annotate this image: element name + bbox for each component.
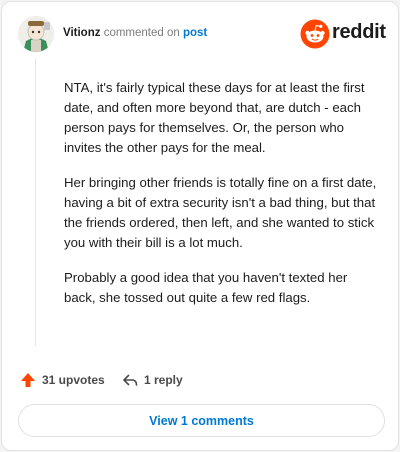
comment-paragraph-3: Probably a good idea that you haven't te… [64, 270, 348, 305]
author-name[interactable]: Vitionz [63, 27, 100, 39]
reddit-wordmark: reddit [332, 21, 386, 43]
avatar[interactable] [18, 16, 54, 52]
avatar-image [18, 16, 54, 52]
view-comments-button[interactable]: View 1 comments [18, 404, 385, 437]
reply-count: 1 reply [144, 373, 183, 387]
reddit-logo[interactable]: reddit [300, 19, 386, 49]
upvote-count: 31 upvotes [42, 373, 105, 387]
action-text: commented on [103, 27, 180, 39]
post-link[interactable]: post [183, 27, 207, 39]
reply-arrow-icon [123, 374, 138, 386]
comment-body: NTA, it's fairly typical these days for … [64, 78, 382, 323]
reply-button[interactable]: 1 reply [122, 370, 183, 390]
comment-actions: 31 upvotes 1 reply [18, 370, 378, 390]
comment-card: Vitionz commented on post reddit NTA, it… [1, 1, 399, 451]
upvote-arrow-icon [21, 373, 35, 387]
comment-paragraph-2: Her bringing other friends is totally fi… [64, 175, 377, 250]
upvote-button[interactable]: 31 upvotes [20, 370, 105, 390]
thread-line [35, 58, 36, 346]
comment-byline: Vitionz commented on post [63, 27, 207, 39]
reddit-snoo-icon [300, 19, 330, 49]
comment-paragraph-1: NTA, it's fairly typical these days for … [64, 80, 365, 155]
comment-header: Vitionz commented on post reddit [18, 16, 386, 54]
